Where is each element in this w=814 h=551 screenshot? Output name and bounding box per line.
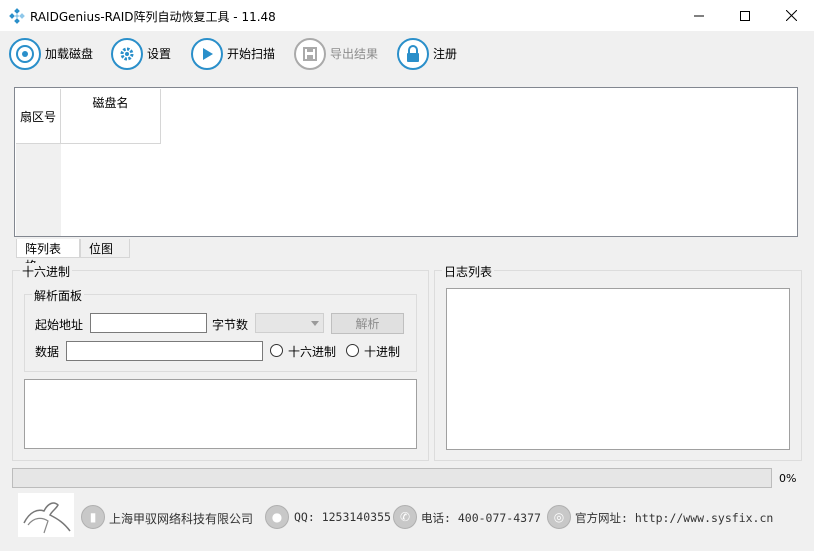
sector-number-header: 扇区号	[19, 109, 56, 124]
hex-group-title: 十六进制	[20, 263, 73, 280]
start-scan-button[interactable]: 开始扫描	[191, 37, 275, 70]
start-scan-label: 开始扫描	[227, 47, 276, 61]
chevron-down-icon	[311, 321, 319, 326]
parse-button[interactable]: 解析	[331, 313, 404, 334]
hex-view-textarea[interactable]	[24, 379, 417, 449]
byte-count-select[interactable]	[255, 313, 324, 333]
gear-icon	[111, 37, 143, 70]
export-result-label: 导出结果	[330, 47, 379, 61]
toolbar: 加载磁盘 设置 开始扫描 导出结果 注册	[0, 31, 814, 75]
tab-array-table[interactable]: 阵列表格	[16, 239, 80, 273]
building-icon: ▮	[81, 505, 105, 529]
website-link[interactable]: 官方网址: http://www.sysfix.cn	[575, 510, 773, 526]
start-address-input[interactable]	[90, 313, 207, 333]
radio-hex-label: 十六进制	[288, 345, 337, 359]
radio-dec-label: 十进制	[364, 345, 401, 359]
row-header-label: 扇区号	[16, 89, 61, 144]
play-icon	[191, 37, 223, 70]
qq-penguin-icon: ●	[265, 505, 289, 529]
export-result-button[interactable]: 导出结果	[294, 37, 378, 70]
qq-number: QQ: 1253140355	[294, 510, 391, 524]
disk-name-header: 磁盘名	[92, 96, 129, 110]
settings-label: 设置	[147, 47, 172, 61]
tab-bitmap[interactable]: 位图	[80, 239, 130, 258]
phone-number: 电话: 400-077-4377	[421, 511, 541, 525]
data-label: 数据	[35, 345, 60, 359]
maximize-icon	[740, 10, 750, 21]
data-input[interactable]	[66, 341, 263, 361]
parse-panel-title: 解析面板	[32, 287, 85, 304]
log-list[interactable]	[446, 288, 790, 450]
column-header-disk-name[interactable]: 磁盘名	[61, 89, 161, 144]
horse-logo-icon	[18, 493, 74, 537]
radio-dec[interactable]	[346, 344, 359, 357]
radio-hex[interactable]	[270, 344, 283, 357]
phone-icon: ✆	[393, 505, 417, 529]
close-icon	[785, 10, 797, 21]
minimize-button[interactable]	[676, 0, 722, 31]
raid-diamond-icon	[9, 8, 25, 24]
load-disk-button[interactable]: 加载磁盘	[9, 37, 93, 70]
minimize-icon	[694, 15, 704, 16]
log-group-title: 日志列表	[442, 263, 495, 280]
progress-percent: 0%	[779, 472, 797, 485]
tab-bitmap-label: 位图	[89, 242, 114, 256]
lock-icon	[397, 37, 429, 70]
settings-button[interactable]: 设置	[111, 37, 171, 70]
window-title: RAIDGenius-RAID阵列自动恢复工具 - 11.48	[30, 10, 276, 24]
disk-icon	[9, 37, 41, 70]
byte-count-label: 字节数	[212, 318, 249, 332]
maximize-button[interactable]	[722, 0, 768, 31]
title-bar: RAIDGenius-RAID阵列自动恢复工具 - 11.48	[0, 0, 814, 31]
raid-table-grid[interactable]: 扇区号 磁盘名	[14, 87, 798, 237]
register-label: 注册	[433, 47, 458, 61]
start-address-label: 起始地址	[35, 318, 84, 332]
parse-button-label: 解析	[355, 317, 380, 331]
globe-icon: ◎	[547, 505, 571, 529]
load-disk-label: 加载磁盘	[45, 47, 94, 61]
register-button[interactable]: 注册	[397, 37, 457, 70]
save-icon	[294, 37, 326, 70]
close-button[interactable]	[768, 0, 814, 31]
company-name: 上海甲驭网络科技有限公司	[109, 512, 254, 526]
progress-bar	[12, 468, 772, 488]
